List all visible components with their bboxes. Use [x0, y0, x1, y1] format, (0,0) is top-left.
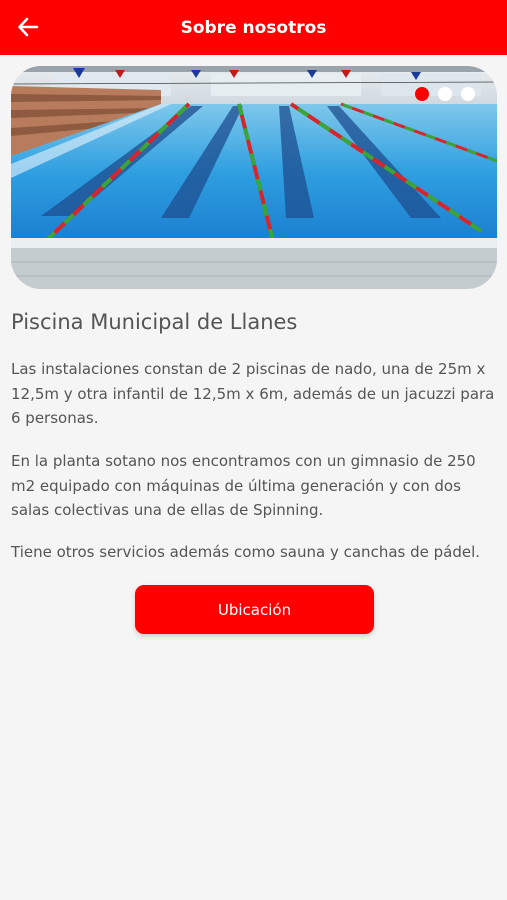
description-paragraph-1: Las instalaciones constan de 2 piscinas …: [11, 360, 495, 427]
carousel-dot-2[interactable]: [438, 87, 452, 101]
carousel-dot-1[interactable]: [415, 87, 429, 101]
venue-title: Piscina Municipal de Llanes: [11, 310, 298, 334]
carousel-dot-3[interactable]: [461, 87, 475, 101]
app-bar: Sobre nosotros: [0, 0, 507, 55]
carousel-indicator: [415, 87, 475, 101]
page-title: Sobre nosotros: [180, 18, 327, 38]
location-button[interactable]: Ubicación: [135, 585, 374, 634]
description-paragraph-2: En la planta sotano nos encontramos con …: [11, 452, 476, 519]
image-carousel[interactable]: [11, 66, 497, 289]
description-paragraph-3: Tiene otros servicios además como sauna …: [11, 543, 481, 561]
